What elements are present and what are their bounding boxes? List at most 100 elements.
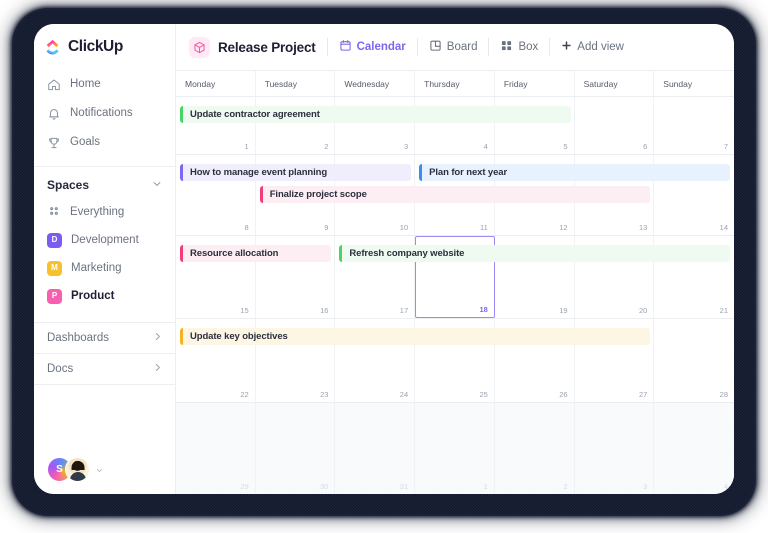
day-number: 2 [324, 143, 328, 151]
sidebar: ClickUp Home Notific [34, 24, 176, 494]
day-number: 30 [320, 483, 328, 491]
calendar-day-cell[interactable]: 29 [176, 403, 256, 494]
event-title: Update key objectives [183, 331, 288, 342]
sidebar-item-everything[interactable]: Everything [34, 198, 175, 226]
plus-icon [561, 40, 572, 54]
tab-label: Board [447, 41, 478, 53]
tab-board[interactable]: Board [429, 39, 478, 55]
chevron-right-icon [153, 363, 162, 375]
calendar-day-cell[interactable]: 2 [495, 403, 575, 494]
sidebar-item-development[interactable]: D Development [34, 226, 175, 254]
calendar-week-row: 891011121314How to manage event planning… [176, 155, 734, 236]
calendar-event[interactable]: Finalize project scope [260, 186, 651, 203]
chevron-right-icon [153, 332, 162, 344]
calendar-day-cell[interactable]: 28 [654, 319, 734, 402]
app-logo-text: ClickUp [68, 38, 123, 56]
sidebar-item-home[interactable]: Home [34, 70, 175, 99]
board-icon [429, 39, 442, 55]
calendar-day-cell[interactable]: 4 [654, 403, 734, 494]
sidebar-item-label: Goals [70, 137, 100, 149]
tab-box[interactable]: Box [500, 39, 538, 55]
toolbar-divider [488, 38, 489, 56]
tab-calendar[interactable]: Calendar [339, 39, 406, 55]
day-number: 16 [320, 307, 328, 315]
calendar-day-cell[interactable]: 30 [256, 403, 336, 494]
day-number: 26 [559, 391, 567, 399]
calendar-event[interactable]: Update key objectives [180, 328, 650, 345]
box-grid-icon [500, 39, 513, 55]
avatar-group[interactable]: S [47, 457, 103, 482]
day-number: 1 [245, 143, 249, 151]
sidebar-item-goals[interactable]: Goals [34, 128, 175, 157]
tab-label: Box [518, 41, 538, 53]
spaces-heading: Spaces [47, 178, 89, 192]
day-of-week-header: MondayTuesdayWednesdayThursdayFridaySatu… [176, 71, 734, 97]
calendar-event[interactable]: Update contractor agreement [180, 106, 571, 123]
calendar-day-cell[interactable]: 6 [575, 97, 655, 154]
space-label: Product [71, 290, 114, 302]
day-number: 11 [480, 224, 488, 232]
sidebar-divider-4 [34, 384, 175, 385]
calendar-event[interactable]: Plan for next year [419, 164, 730, 181]
sidebar-item-label: Notifications [70, 108, 133, 120]
sidebar-item-docs[interactable]: Docs [34, 354, 175, 384]
calendar-day-cell[interactable]: 3 [575, 403, 655, 494]
day-number: 28 [720, 391, 728, 399]
sidebar-item-notifications[interactable]: Notifications [34, 99, 175, 128]
calendar-icon [339, 39, 352, 55]
day-number: 21 [720, 307, 728, 315]
tab-label: Calendar [357, 41, 406, 53]
day-number: 31 [400, 483, 408, 491]
day-number: 9 [324, 224, 328, 232]
avatar[interactable] [65, 457, 90, 482]
space-label: Development [71, 234, 139, 246]
bell-icon [47, 107, 61, 121]
space-badge-product: P [47, 289, 62, 304]
calendar-day-cell[interactable]: 7 [654, 97, 734, 154]
day-of-week-label: Monday [176, 71, 256, 96]
day-number: 3 [643, 483, 647, 491]
toolbar-divider [549, 38, 550, 56]
day-number: 7 [724, 143, 728, 151]
app-logo[interactable]: ClickUp [34, 24, 175, 68]
sidebar-item-product[interactable]: P Product [34, 282, 175, 310]
event-title: Plan for next year [422, 167, 507, 178]
app-window: ClickUp Home Notific [34, 24, 734, 494]
space-label: Marketing [71, 262, 122, 274]
clickup-logo-icon [45, 39, 62, 56]
calendar-event[interactable]: Refresh company website [339, 245, 730, 262]
add-view-button[interactable]: Add view [561, 40, 624, 54]
toolbar-divider [327, 38, 328, 56]
calendar-day-cell[interactable]: 1 [415, 403, 495, 494]
sidebar-item-dashboards[interactable]: Dashboards [34, 323, 175, 353]
day-of-week-label: Sunday [654, 71, 734, 96]
calendar-event[interactable]: Resource allocation [180, 245, 331, 262]
calendar-week-row: 15161718192021Resource allocationRefresh… [176, 236, 734, 319]
chevron-down-icon[interactable] [152, 178, 162, 192]
day-number: 6 [643, 143, 647, 151]
primary-nav: Home Notifications [34, 68, 175, 157]
chevron-down-icon[interactable] [90, 461, 103, 479]
day-number: 17 [400, 307, 408, 315]
day-of-week-label: Friday [495, 71, 575, 96]
day-of-week-label: Wednesday [335, 71, 415, 96]
day-number: 3 [404, 143, 408, 151]
day-number: 4 [724, 483, 728, 491]
spaces-section-header[interactable]: Spaces [34, 167, 175, 198]
calendar-event[interactable]: How to manage event planning [180, 164, 411, 181]
day-number: 22 [240, 391, 248, 399]
day-number: 24 [400, 391, 408, 399]
space-badge-marketing: M [47, 261, 62, 276]
toolbar-divider [417, 38, 418, 56]
event-title: Finalize project scope [263, 189, 367, 200]
event-title: Resource allocation [183, 248, 278, 259]
trophy-icon [47, 136, 61, 150]
grid-dots-icon [47, 204, 61, 221]
day-of-week-label: Thursday [415, 71, 495, 96]
week-cells: 29 30 31 12 3 4 [176, 403, 734, 494]
day-number: 27 [639, 391, 647, 399]
calendar-day-cell[interactable]: 31 [335, 403, 415, 494]
day-number: 8 [245, 224, 249, 232]
event-title: Refresh company website [342, 248, 464, 259]
sidebar-item-marketing[interactable]: M Marketing [34, 254, 175, 282]
